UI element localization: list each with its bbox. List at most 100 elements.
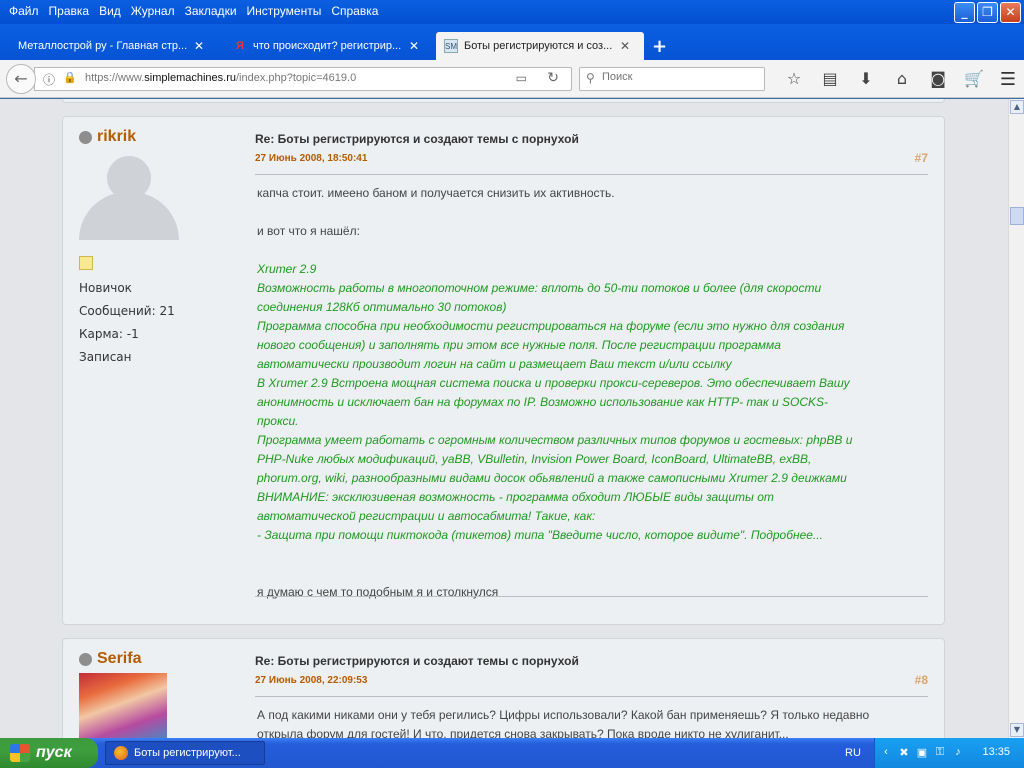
menu-help[interactable]: Справка bbox=[326, 4, 383, 18]
default-avatar-icon bbox=[79, 156, 179, 240]
reading-list-icon[interactable]: ▤ bbox=[812, 69, 848, 88]
post-text: открыла форум для гостей! И что, придетс… bbox=[257, 727, 789, 738]
post-text: я думаю с чем то подобным я и столкнулся bbox=[257, 585, 499, 599]
tab-strip: Металлострой ру - Главная стр... ✕ Я что… bbox=[0, 24, 1024, 60]
quote-line: - Защита при помощи пиктокода (тикетов) … bbox=[257, 528, 823, 542]
url-path: /index.php?topic=4619.0 bbox=[236, 72, 357, 84]
system-tray: RU ‹ ✖ ▣ ⚿ ♪ 13:35 bbox=[845, 738, 1024, 768]
menu-edit[interactable]: Правка bbox=[44, 4, 95, 18]
quote-line: PHP-Nuke любых модификаций, yaBB, VBulle… bbox=[257, 452, 812, 466]
scroll-up-icon[interactable]: ▲ bbox=[1010, 100, 1024, 114]
divider bbox=[255, 696, 928, 697]
menu-bar: Файл Правка Вид Журнал Закладки Инструме… bbox=[0, 0, 1024, 24]
menu-tools[interactable]: Инструменты bbox=[242, 4, 327, 18]
message-count: Сообщений: 21 bbox=[79, 304, 175, 318]
quote-line: В Xrumer 2.9 Встроена мощная система пои… bbox=[257, 376, 850, 390]
post-text: и вот что я нашёл: bbox=[257, 224, 360, 238]
quote-line: ВНИМАНИЕ: эксклюзивеная возможность - пр… bbox=[257, 490, 774, 504]
maximize-button[interactable]: ❐ bbox=[977, 2, 998, 23]
start-button[interactable]: пуск bbox=[0, 738, 98, 768]
back-button[interactable]: ← bbox=[6, 64, 36, 94]
poster-info: Serifa bbox=[79, 650, 239, 738]
forum-post: Serifa Re: Боты регистрируются и создают… bbox=[62, 638, 945, 738]
search-input[interactable] bbox=[602, 71, 757, 83]
offline-status-icon bbox=[79, 130, 92, 144]
info-icon[interactable]: ⓘ bbox=[43, 71, 55, 88]
scroll-thumb[interactable] bbox=[1010, 207, 1024, 225]
user-avatar bbox=[79, 673, 167, 738]
post-body: капча стоит. имеено баном и получается с… bbox=[257, 184, 927, 602]
search-icon: ⚲ bbox=[586, 71, 595, 85]
quote-line: нового сообщения) и заполнять при этом в… bbox=[257, 338, 781, 352]
menu-file[interactable]: Файл bbox=[4, 4, 44, 18]
post-date: 27 Июнь 2008, 22:09:53 bbox=[255, 675, 368, 686]
close-window-button[interactable]: ✕ bbox=[1000, 2, 1021, 23]
tab-close-icon[interactable]: ✕ bbox=[194, 39, 204, 53]
windows-taskbar: пуск Боты регистрируют... RU ‹ ✖ ▣ ⚿ ♪ 1… bbox=[0, 738, 1024, 768]
language-indicator[interactable]: RU bbox=[845, 747, 861, 759]
tab-title: Боты регистрируются и соз... bbox=[464, 40, 613, 52]
tab-yandex[interactable]: Я что происходит? регистрир... ✕ bbox=[225, 32, 427, 60]
navigation-toolbar: ⓘ 🔒 https://www.simplemachines.ru/index.… bbox=[0, 60, 1024, 98]
url-prefix: https://www. bbox=[85, 72, 145, 84]
post-subject-link[interactable]: Re: Боты регистрируются и создают темы с… bbox=[255, 132, 579, 146]
firefox-icon bbox=[114, 746, 128, 760]
quote-line: автоматической регистрации и автосабмита… bbox=[257, 509, 596, 523]
new-tab-icon[interactable]: + bbox=[652, 36, 667, 57]
karma: Карма: -1 bbox=[79, 327, 139, 341]
post-number-link[interactable]: #7 bbox=[915, 151, 928, 165]
page-content: rikrik Новичок Сообщений: 21 Карма: -1 З… bbox=[0, 99, 1008, 738]
post-body: А под какими никами они у тебя регились?… bbox=[257, 706, 927, 738]
search-bar[interactable]: ⚲ bbox=[579, 67, 765, 91]
menu-view[interactable]: Вид bbox=[94, 4, 126, 18]
antivirus-icon[interactable]: ✖ bbox=[897, 746, 911, 760]
volume-icon[interactable]: ♪ bbox=[951, 746, 965, 760]
security-icon[interactable]: ⚿ bbox=[933, 746, 947, 760]
forum-post: rikrik Новичок Сообщений: 21 Карма: -1 З… bbox=[62, 116, 945, 625]
network-icon[interactable]: ▣ bbox=[915, 746, 929, 760]
tab-metallostroy[interactable]: Металлострой ру - Главная стр... ✕ bbox=[10, 32, 212, 60]
username-link[interactable]: Serifa bbox=[97, 650, 141, 668]
quote-line: автоматически производит логин на сайт и… bbox=[257, 357, 732, 371]
bookmark-star-icon[interactable]: ☆ bbox=[776, 69, 812, 88]
menu-bookmarks[interactable]: Закладки bbox=[180, 4, 242, 18]
url-bar[interactable]: ⓘ 🔒 https://www.simplemachines.ru/index.… bbox=[34, 67, 572, 91]
hamburger-menu-icon[interactable]: ☰ bbox=[1000, 69, 1016, 90]
download-icon[interactable]: ⬇ bbox=[848, 69, 884, 88]
tab-close-icon[interactable]: ✕ bbox=[409, 39, 419, 53]
vertical-scrollbar[interactable]: ▲ ▼ bbox=[1008, 99, 1024, 738]
scroll-down-icon[interactable]: ▼ bbox=[1010, 723, 1024, 737]
tab-active-bots[interactable]: SM Боты регистрируются и соз... ✕ bbox=[436, 32, 644, 60]
tab-title: Металлострой ру - Главная стр... bbox=[18, 40, 188, 52]
previous-post-fragment bbox=[62, 99, 945, 103]
menu-history[interactable]: Журнал bbox=[126, 4, 180, 18]
post-number-link[interactable]: #8 bbox=[915, 673, 928, 687]
cart-icon[interactable]: 🛒 bbox=[956, 69, 992, 88]
smf-icon: SM bbox=[444, 39, 458, 53]
taskbar-firefox-window[interactable]: Боты регистрируют... bbox=[105, 741, 265, 765]
quote-line: Возможность работы в многопоточном режим… bbox=[257, 281, 822, 295]
minimize-button[interactable]: _ bbox=[954, 2, 975, 23]
reload-icon[interactable]: ↻ bbox=[547, 70, 559, 86]
offline-status-icon bbox=[79, 652, 92, 666]
tray-expand-icon[interactable]: ‹ bbox=[879, 746, 893, 760]
home-icon[interactable]: ⌂ bbox=[884, 69, 920, 88]
windows-logo-icon bbox=[10, 744, 30, 762]
post-text: А под какими никами они у тебя регились?… bbox=[257, 708, 870, 722]
post-text: капча стоит. имеено баном и получается с… bbox=[257, 186, 615, 200]
clock: 13:35 bbox=[982, 746, 1010, 758]
username-link[interactable]: rikrik bbox=[97, 128, 136, 146]
rank-star-icon bbox=[79, 256, 93, 270]
reader-view-icon[interactable]: ▭ bbox=[516, 71, 527, 85]
quote-line: Программа умеет работать с огромным коли… bbox=[257, 433, 853, 447]
pocket-icon[interactable]: ◙ bbox=[920, 69, 956, 88]
tab-close-icon[interactable]: ✕ bbox=[620, 39, 630, 53]
tab-title: что происходит? регистрир... bbox=[253, 40, 402, 52]
quote-line: соединения 128Кб оптимально 30 потоков) bbox=[257, 300, 507, 314]
post-date: 27 Июнь 2008, 18:50:41 bbox=[255, 153, 368, 164]
quote-line: phorum.org, wiki, разнообразными видами … bbox=[257, 471, 847, 485]
url-text[interactable]: https://www.simplemachines.ru/index.php?… bbox=[85, 72, 356, 84]
post-subject-link[interactable]: Re: Боты регистрируются и создают темы с… bbox=[255, 654, 579, 668]
task-label: Боты регистрируют... bbox=[134, 747, 241, 759]
quote-line: Программа способна при необходимости рег… bbox=[257, 319, 845, 333]
